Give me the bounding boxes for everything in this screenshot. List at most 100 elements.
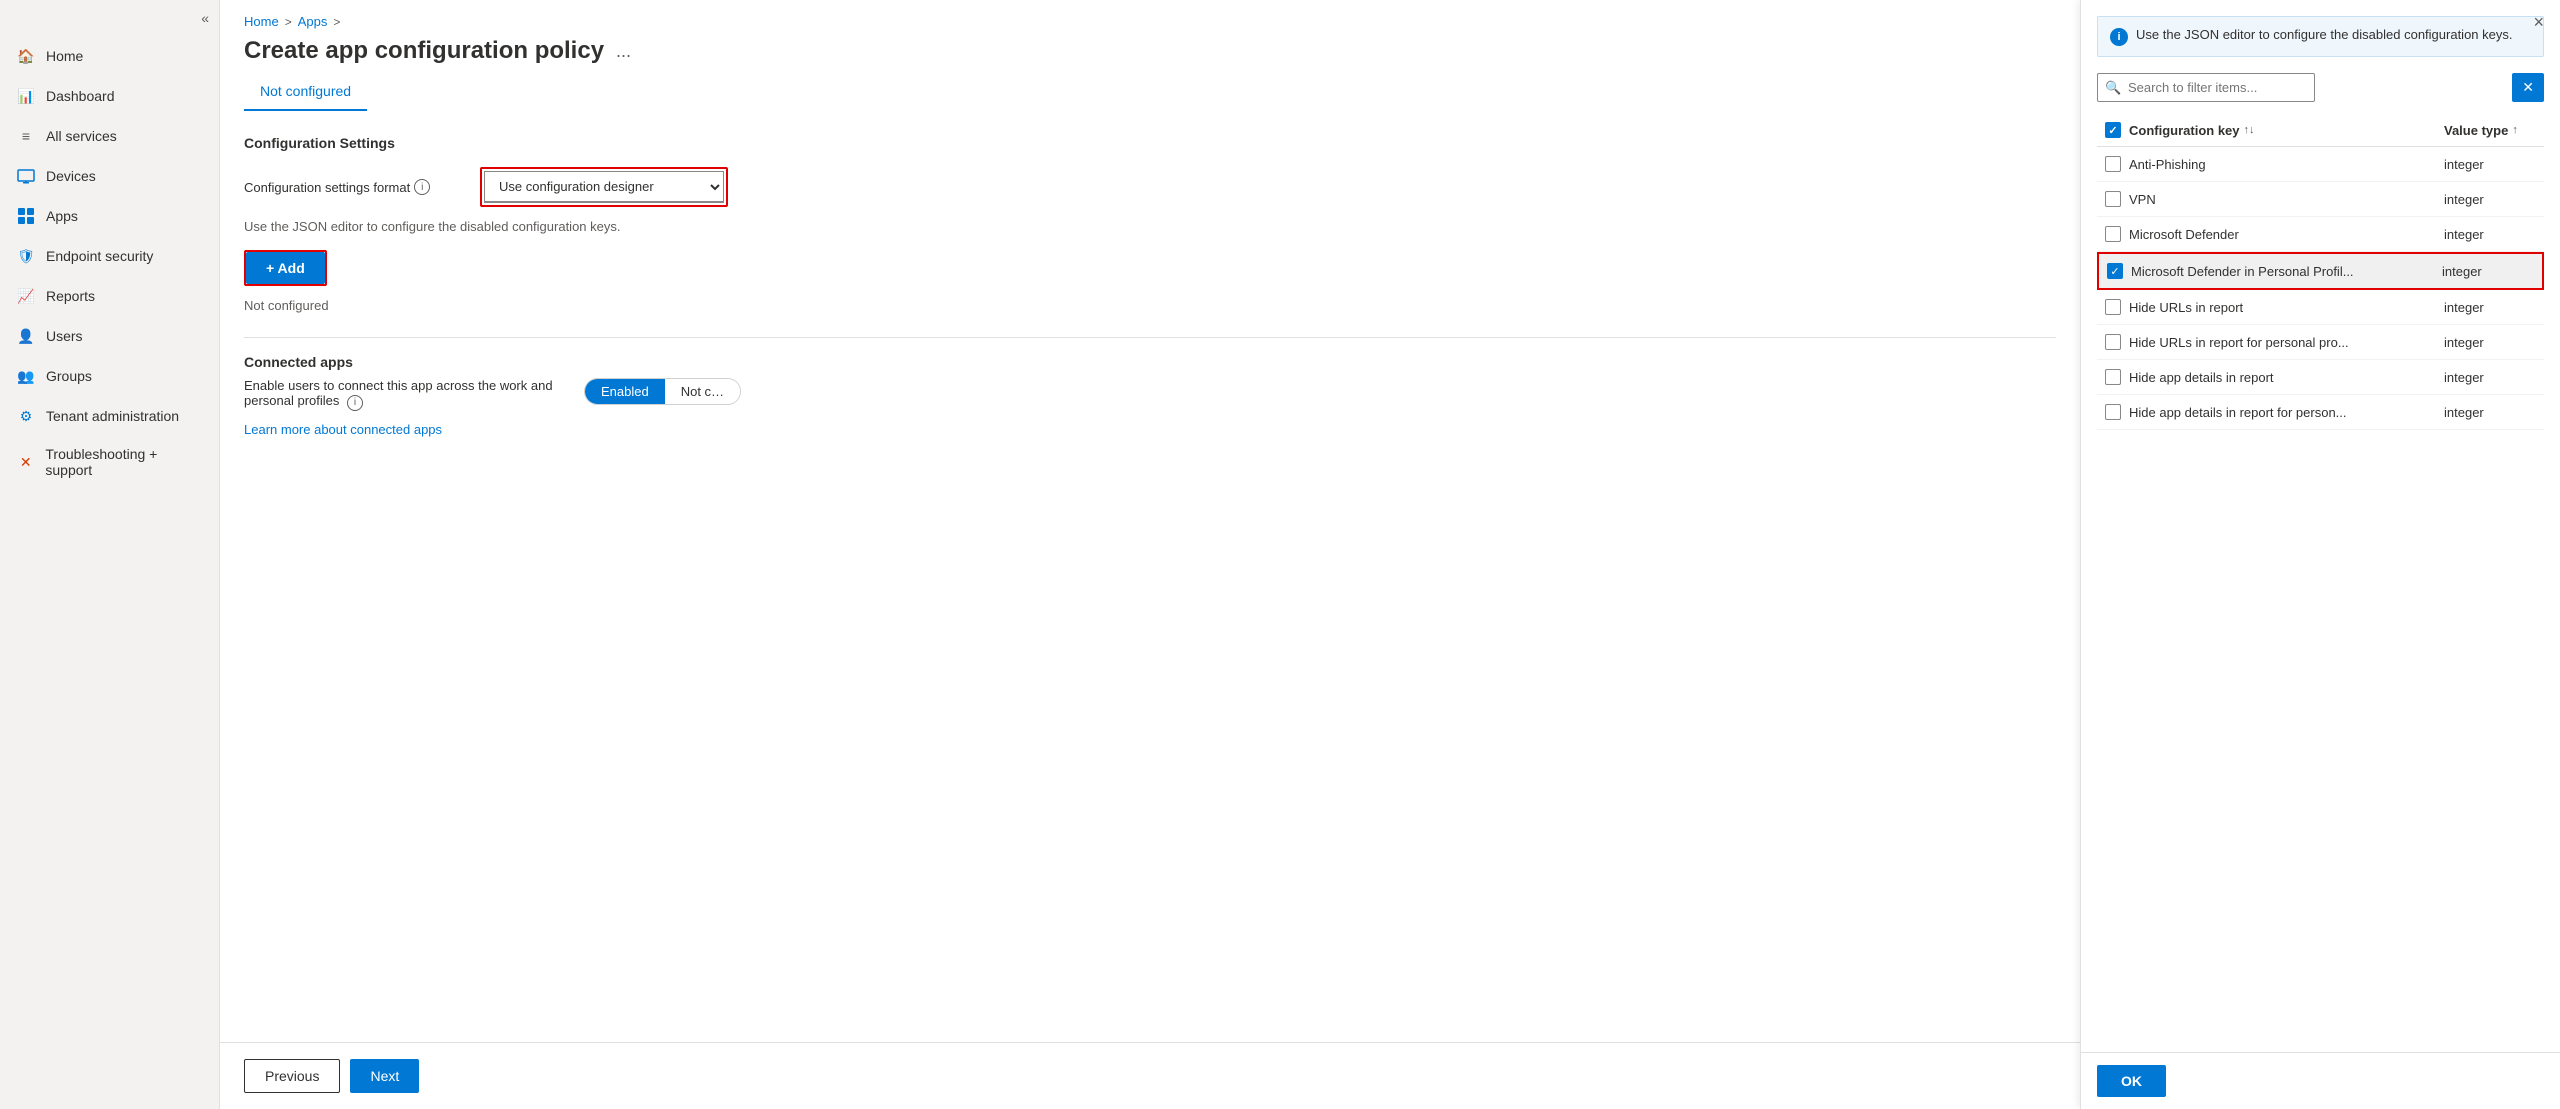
search-icon: 🔍 — [2105, 80, 2121, 96]
col-type-sort-icon[interactable]: ↑ — [2512, 124, 2518, 136]
breadcrumb-home[interactable]: Home — [244, 14, 279, 29]
row-checkbox[interactable] — [2105, 404, 2121, 420]
apps-icon — [16, 206, 36, 226]
col-type-header: Value type ↑ — [2444, 123, 2544, 138]
devices-icon — [16, 166, 36, 186]
format-info-icon[interactable]: i — [414, 179, 430, 195]
col-key-header: Configuration key ↑↓ — [2129, 123, 2444, 138]
breadcrumb-arrow1: > — [285, 15, 292, 29]
connected-apps-section: Connected apps Enable users to connect t… — [244, 354, 2056, 437]
config-settings-section-label: Configuration Settings — [244, 135, 2056, 151]
divider — [244, 337, 2056, 338]
sidebar-item-home[interactable]: 🏠 Home — [0, 36, 219, 76]
side-panel: × i Use the JSON editor to configure the… — [2080, 0, 2560, 1109]
main-content: Home > Apps > Create app configuration p… — [220, 0, 2080, 1109]
sidebar-item-reports[interactable]: 📈 Reports — [0, 276, 219, 316]
row-type-text: integer — [2444, 335, 2544, 350]
add-btn-box: + Add — [244, 250, 327, 286]
table-row: Anti-Phishing integer — [2097, 147, 2544, 182]
sidebar: « 🏠 Home 📊 Dashboard ≡ All services Devi… — [0, 0, 220, 1109]
sidebar-item-groups[interactable]: 👥 Groups — [0, 356, 219, 396]
config-select-box: Use configuration designer — [480, 167, 728, 207]
connected-apps-info-icon[interactable]: i — [347, 395, 363, 411]
toggle-enabled[interactable]: Enabled — [585, 379, 665, 404]
table-row: Microsoft Defender in Personal Profil...… — [2097, 252, 2544, 290]
col-key-sort-icon[interactable]: ↑↓ — [2244, 124, 2255, 136]
sidebar-item-endpoint[interactable]: 🛡 Endpoint security — [0, 236, 219, 276]
next-button[interactable]: Next — [350, 1059, 419, 1093]
previous-button[interactable]: Previous — [244, 1059, 340, 1093]
not-configured-text: Not configured — [244, 298, 2056, 313]
table-row: Hide app details in report for person...… — [2097, 395, 2544, 430]
home-icon: 🏠 — [16, 46, 36, 66]
row-checkbox[interactable] — [2105, 226, 2121, 242]
sidebar-item-devices[interactable]: Devices — [0, 156, 219, 196]
config-format-select[interactable]: Use configuration designer — [484, 171, 724, 203]
row-key-text: Hide URLs in report — [2129, 300, 2444, 315]
ok-button[interactable]: OK — [2097, 1065, 2166, 1097]
sidebar-item-label: Reports — [46, 288, 95, 304]
row-checkbox[interactable] — [2105, 299, 2121, 315]
row-checkbox[interactable] — [2105, 191, 2121, 207]
sidebar-item-label: Tenant administration — [46, 408, 179, 424]
sidebar-item-label: Dashboard — [46, 88, 115, 104]
panel-footer: OK — [2081, 1052, 2560, 1109]
sidebar-collapse-button[interactable]: « — [0, 0, 219, 36]
sidebar-item-allservices[interactable]: ≡ All services — [0, 116, 219, 156]
learn-more-link[interactable]: Learn more about connected apps — [244, 422, 442, 437]
breadcrumb-arrow2: > — [333, 15, 340, 29]
breadcrumb: Home > Apps > — [220, 0, 2080, 29]
sidebar-item-label: All services — [46, 128, 117, 144]
row-type-text: integer — [2444, 192, 2544, 207]
json-note: Use the JSON editor to configure the dis… — [244, 219, 2056, 234]
add-button[interactable]: + Add — [246, 252, 325, 284]
sidebar-item-label: Devices — [46, 168, 96, 184]
row-checkbox[interactable] — [2105, 334, 2121, 350]
panel-close-button[interactable]: × — [2533, 12, 2544, 33]
table-row: VPN integer — [2097, 182, 2544, 217]
panel-search-row: 🔍 ✕ — [2097, 73, 2544, 102]
footer-actions: Previous Next — [220, 1042, 2080, 1109]
sidebar-item-users[interactable]: 👤 Users — [0, 316, 219, 356]
tab-not-configured[interactable]: Not configured — [244, 73, 367, 111]
toggle-row: Enabled Not c… — [584, 378, 741, 405]
table-row: Hide app details in report integer — [2097, 360, 2544, 395]
sidebar-item-dashboard[interactable]: 📊 Dashboard — [0, 76, 219, 116]
header-checkbox[interactable] — [2105, 122, 2121, 138]
row-checkbox[interactable] — [2105, 156, 2121, 172]
tab-bar: Not configured — [220, 65, 2080, 111]
table-row: Hide URLs in report integer — [2097, 290, 2544, 325]
dashboard-icon: 📊 — [16, 86, 36, 106]
panel-table: Configuration key ↑↓ Value type ↑ Anti-P… — [2097, 114, 2544, 1052]
reports-icon: 📈 — [16, 286, 36, 306]
row-type-text: integer — [2444, 370, 2544, 385]
panel-search-input[interactable] — [2097, 73, 2315, 102]
sidebar-item-apps[interactable]: Apps — [0, 196, 219, 236]
panel-search-clear-button[interactable]: ✕ — [2512, 73, 2544, 102]
row-checkbox[interactable] — [2105, 369, 2121, 385]
row-key-text: Hide app details in report — [2129, 370, 2444, 385]
panel-info-message: Use the JSON editor to configure the dis… — [2136, 27, 2513, 42]
sidebar-item-label: Users — [46, 328, 83, 344]
table-row: Hide URLs in report for personal pro... … — [2097, 325, 2544, 360]
panel-table-body: Anti-Phishing integer VPN integer Micros… — [2097, 147, 2544, 1052]
tenant-icon: ⚙ — [16, 406, 36, 426]
row-checkbox[interactable] — [2107, 263, 2123, 279]
sidebar-item-troubleshooting[interactable]: ✕ Troubleshooting + support — [0, 436, 219, 488]
page-header: Create app configuration policy ... — [220, 29, 2080, 65]
row-key-text: Microsoft Defender in Personal Profil... — [2131, 264, 2442, 279]
page-menu-button[interactable]: ... — [616, 41, 631, 62]
sidebar-item-label: Home — [46, 48, 83, 64]
sidebar-item-tenant[interactable]: ⚙ Tenant administration — [0, 396, 219, 436]
content-area: Configuration Settings Configuration set… — [220, 111, 2080, 1042]
sidebar-item-label: Troubleshooting + support — [45, 446, 203, 478]
sidebar-item-label: Groups — [46, 368, 92, 384]
info-circle-icon: i — [2110, 28, 2128, 46]
config-format-row: Configuration settings format i Use conf… — [244, 167, 2056, 207]
row-type-text: integer — [2444, 300, 2544, 315]
breadcrumb-apps[interactable]: Apps — [298, 14, 328, 29]
row-key-text: VPN — [2129, 192, 2444, 207]
row-key-text: Hide URLs in report for personal pro... — [2129, 335, 2444, 350]
connected-apps-title: Connected apps — [244, 354, 2056, 370]
toggle-not-configured[interactable]: Not c… — [665, 379, 740, 404]
